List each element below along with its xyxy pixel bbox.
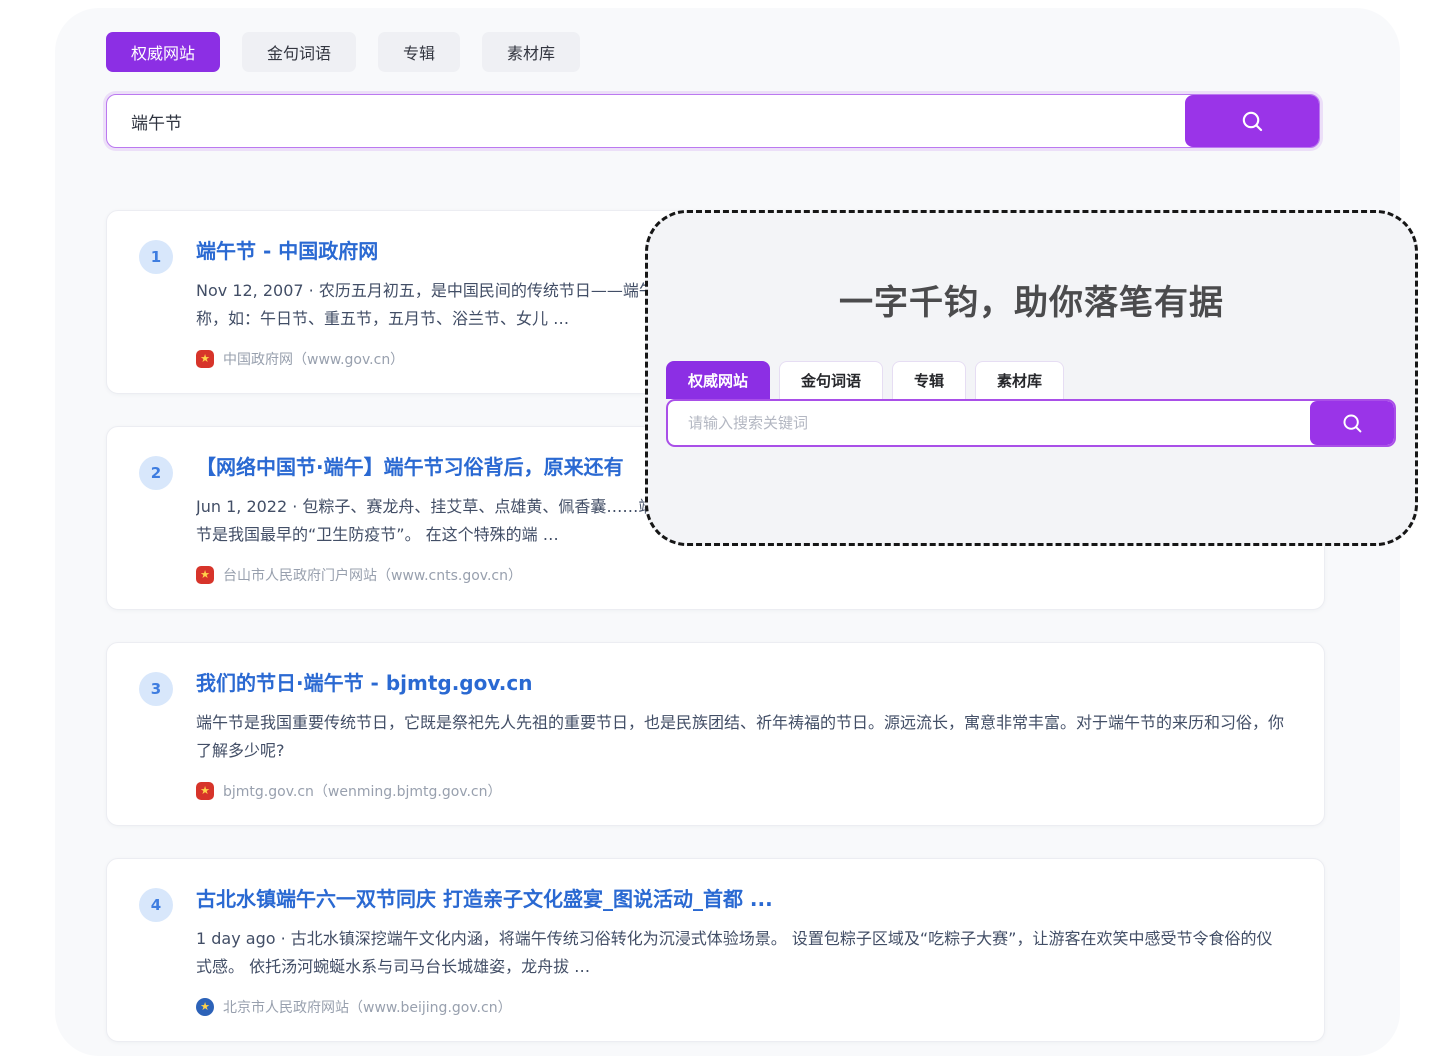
overlay-tab-golden-phrases[interactable]: 金句词语: [779, 361, 883, 399]
snippet-line: 了解多少呢?: [196, 737, 1292, 765]
result-source: ★ 台山市人民政府门户网站（www.cnts.gov.cn）: [196, 565, 1292, 585]
overlay-tab-material-library[interactable]: 素材库: [975, 361, 1064, 399]
search-input[interactable]: [107, 95, 1185, 147]
result-source: ★ bjmtg.gov.cn（wenming.bjmtg.gov.cn）: [196, 781, 1292, 801]
beijing-emblem-icon: ★: [196, 998, 214, 1016]
overlay-tab-authoritative-sites[interactable]: 权威网站: [666, 361, 770, 399]
search-icon: [1239, 108, 1266, 135]
search-icon: [1340, 411, 1365, 436]
tab-albums[interactable]: 专辑: [378, 32, 460, 72]
promo-slogan: 一字千钧，助你落笔有据: [648, 275, 1415, 324]
promo-overlay: 一字千钧，助你落笔有据 权威网站 金句词语 专辑 素材库: [645, 210, 1418, 546]
snippet-line: 1 day ago · 古北水镇深挖端午文化内涵，将端午传统习俗转化为沉浸式体验…: [196, 925, 1292, 953]
china-emblem-icon: ★: [196, 350, 214, 368]
tab-material-library[interactable]: 素材库: [482, 32, 580, 72]
source-text: 台山市人民政府门户网站（www.cnts.gov.cn）: [223, 565, 522, 585]
rank-badge: 3: [139, 672, 173, 706]
result-snippet: 端午节是我国重要传统节日，它既是祭祀先人先祖的重要节日，也是民族团结、祈年祷福的…: [196, 709, 1292, 765]
source-text: 中国政府网（www.gov.cn）: [223, 349, 404, 369]
overlay-search-bar: [666, 399, 1396, 447]
result-card-3: 3 我们的节日·端午节 - bjmtg.gov.cn 端午节是我国重要传统节日，…: [106, 642, 1325, 826]
rank-badge: 1: [139, 240, 173, 274]
result-title-link[interactable]: 古北水镇端午六一双节同庆 打造亲子文化盛宴_图说活动_首都 ...: [196, 886, 1292, 912]
tab-authoritative-sites[interactable]: 权威网站: [106, 32, 220, 72]
search-bar: [106, 94, 1320, 148]
result-title-link[interactable]: 我们的节日·端午节 - bjmtg.gov.cn: [196, 670, 1292, 696]
result-card-4: 4 古北水镇端午六一双节同庆 打造亲子文化盛宴_图说活动_首都 ... 1 da…: [106, 858, 1325, 1042]
snippet-line: 式感。 依托汤河蜿蜒水系与司马台长城雄姿，龙舟拔 …: [196, 953, 1292, 981]
result-source: ★ 北京市人民政府网站（www.beijing.gov.cn）: [196, 997, 1292, 1017]
overlay-category-tabs: 权威网站 金句词语 专辑 素材库: [666, 361, 1415, 399]
category-tabs: 权威网站 金句词语 专辑 素材库: [106, 32, 1400, 72]
source-text: 北京市人民政府网站（www.beijing.gov.cn）: [223, 997, 512, 1017]
tab-golden-phrases[interactable]: 金句词语: [242, 32, 356, 72]
snippet-line: 端午节是我国重要传统节日，它既是祭祀先人先祖的重要节日，也是民族团结、祈年祷福的…: [196, 709, 1292, 737]
china-emblem-icon: ★: [196, 782, 214, 800]
rank-badge: 4: [139, 888, 173, 922]
overlay-search-button[interactable]: [1310, 401, 1394, 445]
overlay-search-input[interactable]: [668, 401, 1310, 445]
result-snippet: 1 day ago · 古北水镇深挖端午文化内涵，将端午传统习俗转化为沉浸式体验…: [196, 925, 1292, 981]
search-button[interactable]: [1185, 95, 1319, 147]
rank-badge: 2: [139, 456, 173, 490]
overlay-tab-albums[interactable]: 专辑: [892, 361, 966, 399]
source-text: bjmtg.gov.cn（wenming.bjmtg.gov.cn）: [223, 781, 502, 801]
china-emblem-icon: ★: [196, 566, 214, 584]
